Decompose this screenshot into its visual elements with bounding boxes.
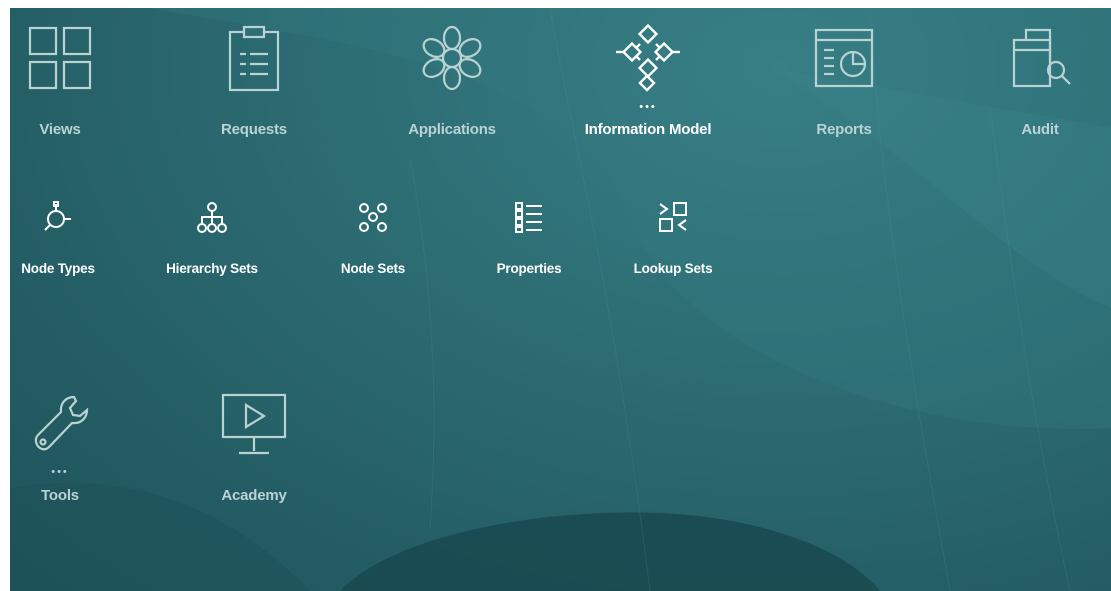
properties-label: Properties bbox=[496, 261, 562, 276]
submenu-lookup-sets[interactable]: Lookup Sets bbox=[598, 8, 748, 298]
navigator-panel: Views Requests Applications ••• Informat… bbox=[10, 8, 1111, 591]
audit-search-icon bbox=[965, 22, 1111, 94]
nav-tools-label: Tools bbox=[41, 487, 79, 504]
nav-reports[interactable]: Reports bbox=[769, 8, 919, 148]
monitor-play-icon bbox=[179, 391, 329, 461]
lookup-sets-label: Lookup Sets bbox=[633, 261, 713, 276]
tools-more-dots: ••• bbox=[51, 466, 69, 478]
nav-academy-label: Academy bbox=[221, 487, 287, 504]
wrench-icon bbox=[10, 391, 135, 455]
lookup-icon bbox=[598, 200, 748, 234]
nav-tools[interactable]: ••• Tools bbox=[10, 8, 135, 518]
report-chart-icon bbox=[769, 22, 919, 94]
nav-audit-label: Audit bbox=[1021, 121, 1059, 138]
properties-list-icon bbox=[454, 200, 604, 234]
nav-reports-label: Reports bbox=[816, 121, 872, 138]
nav-academy[interactable]: Academy bbox=[179, 8, 329, 518]
submenu-properties[interactable]: Properties bbox=[454, 8, 604, 298]
nav-audit[interactable]: Audit bbox=[965, 8, 1111, 148]
